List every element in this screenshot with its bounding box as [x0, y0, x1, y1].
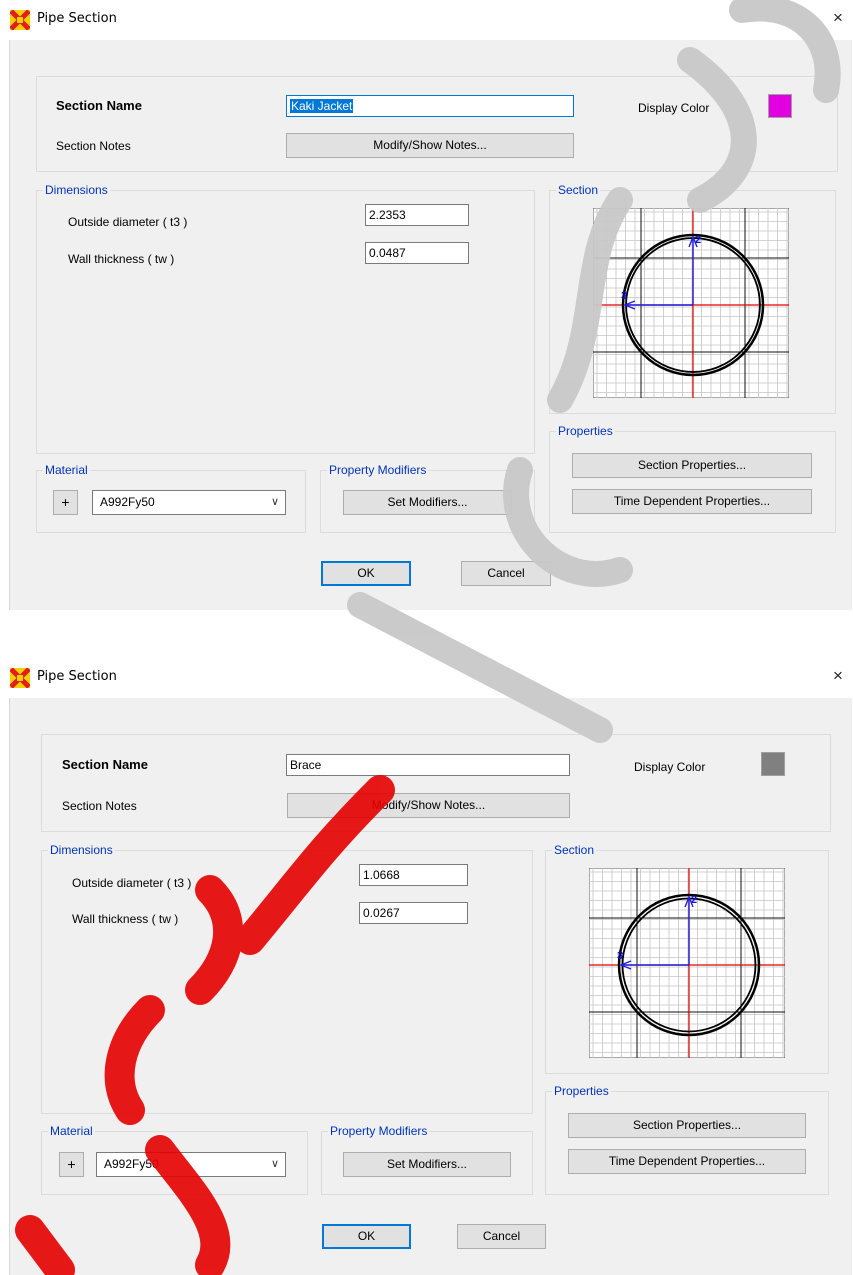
app-icon	[10, 668, 30, 688]
outside-diameter-label: Outside diameter ( t3 )	[72, 876, 192, 890]
section-name-input[interactable]: Brace	[286, 754, 570, 776]
app-icon	[10, 10, 30, 30]
axis-3-label: 3	[617, 950, 623, 962]
pipe-section-dialog-2: Pipe Section × Section Name Brace Displa…	[0, 658, 853, 1275]
material-title: Material	[48, 1124, 95, 1138]
display-color-swatch[interactable]	[761, 752, 785, 776]
properties-title: Properties	[556, 424, 615, 438]
dimensions-title: Dimensions	[48, 843, 115, 857]
property-modifiers-title: Property Modifiers	[328, 1124, 430, 1138]
properties-title: Properties	[552, 1084, 611, 1098]
outside-diameter-input[interactable]: 1.0668	[359, 864, 468, 886]
property-modifiers-title: Property Modifiers	[327, 463, 429, 477]
section-name-value: Kaki Jacket	[290, 99, 354, 113]
dimensions-group: Dimensions	[36, 183, 535, 454]
set-modifiers-button[interactable]: Set Modifiers...	[343, 1152, 511, 1177]
section-name-label: Section Name	[56, 98, 142, 113]
cancel-button[interactable]: Cancel	[461, 561, 551, 586]
material-value: A992Fy50	[104, 1157, 159, 1171]
chevron-down-icon: ∨	[270, 1158, 279, 1170]
pipe-section-dialog-1: Pipe Section × Section Name Kaki Jacket …	[0, 0, 853, 618]
wall-thickness-input[interactable]: 0.0487	[365, 242, 469, 264]
section-title: Section	[552, 843, 597, 857]
dialog-client: Section Name Kaki Jacket Display Color S…	[9, 40, 852, 610]
axis-2-label: 2	[695, 234, 701, 246]
wall-thickness-label: Wall thickness ( tw )	[72, 912, 179, 926]
wall-thickness-label: Wall thickness ( tw )	[68, 252, 175, 266]
section-notes-label: Section Notes	[62, 799, 137, 813]
ok-button[interactable]: OK	[321, 561, 411, 586]
time-dependent-properties-button[interactable]: Time Dependent Properties...	[572, 489, 812, 514]
add-material-button[interactable]: +	[59, 1152, 84, 1177]
properties-group: Properties	[545, 1084, 829, 1195]
close-icon[interactable]: ×	[827, 6, 849, 30]
title-bar[interactable]: Pipe Section ×	[0, 658, 853, 698]
dialog-client: Section Name Brace Display Color Section…	[9, 698, 852, 1275]
section-properties-button[interactable]: Section Properties...	[572, 453, 812, 478]
material-select[interactable]: A992Fy50 ∨	[92, 490, 286, 515]
section-properties-button[interactable]: Section Properties...	[568, 1113, 806, 1138]
window-title: Pipe Section	[37, 669, 117, 684]
window-title: Pipe Section	[37, 11, 117, 26]
material-value: A992Fy50	[100, 495, 155, 509]
axis-3-label: 3	[621, 290, 627, 302]
cancel-button[interactable]: Cancel	[457, 1224, 546, 1249]
display-color-label: Display Color	[634, 760, 706, 774]
ok-button[interactable]: OK	[322, 1224, 411, 1249]
chevron-down-icon: ∨	[270, 496, 279, 508]
display-color-label: Display Color	[638, 101, 710, 115]
dimensions-title: Dimensions	[43, 183, 110, 197]
material-select[interactable]: A992Fy50 ∨	[96, 1152, 286, 1177]
modify-show-notes-button[interactable]: Modify/Show Notes...	[287, 793, 570, 818]
section-preview: 23	[589, 868, 785, 1058]
section-name-label: Section Name	[62, 757, 148, 772]
section-title: Section	[556, 183, 601, 197]
section-preview: 23	[593, 208, 789, 398]
outside-diameter-input[interactable]: 2.2353	[365, 204, 469, 226]
axis-2-label: 2	[691, 894, 697, 906]
section-notes-label: Section Notes	[56, 139, 131, 153]
display-color-swatch[interactable]	[768, 94, 792, 118]
time-dependent-properties-button[interactable]: Time Dependent Properties...	[568, 1149, 806, 1174]
material-title: Material	[43, 463, 90, 477]
outside-diameter-label: Outside diameter ( t3 )	[68, 215, 188, 229]
wall-thickness-input[interactable]: 0.0267	[359, 902, 468, 924]
properties-group: Properties	[549, 424, 836, 533]
set-modifiers-button[interactable]: Set Modifiers...	[343, 490, 512, 515]
modify-show-notes-button[interactable]: Modify/Show Notes...	[286, 133, 574, 158]
title-bar[interactable]: Pipe Section ×	[0, 0, 853, 40]
close-icon[interactable]: ×	[827, 664, 849, 688]
section-name-input[interactable]: Kaki Jacket	[286, 95, 574, 117]
add-material-button[interactable]: +	[53, 490, 78, 515]
